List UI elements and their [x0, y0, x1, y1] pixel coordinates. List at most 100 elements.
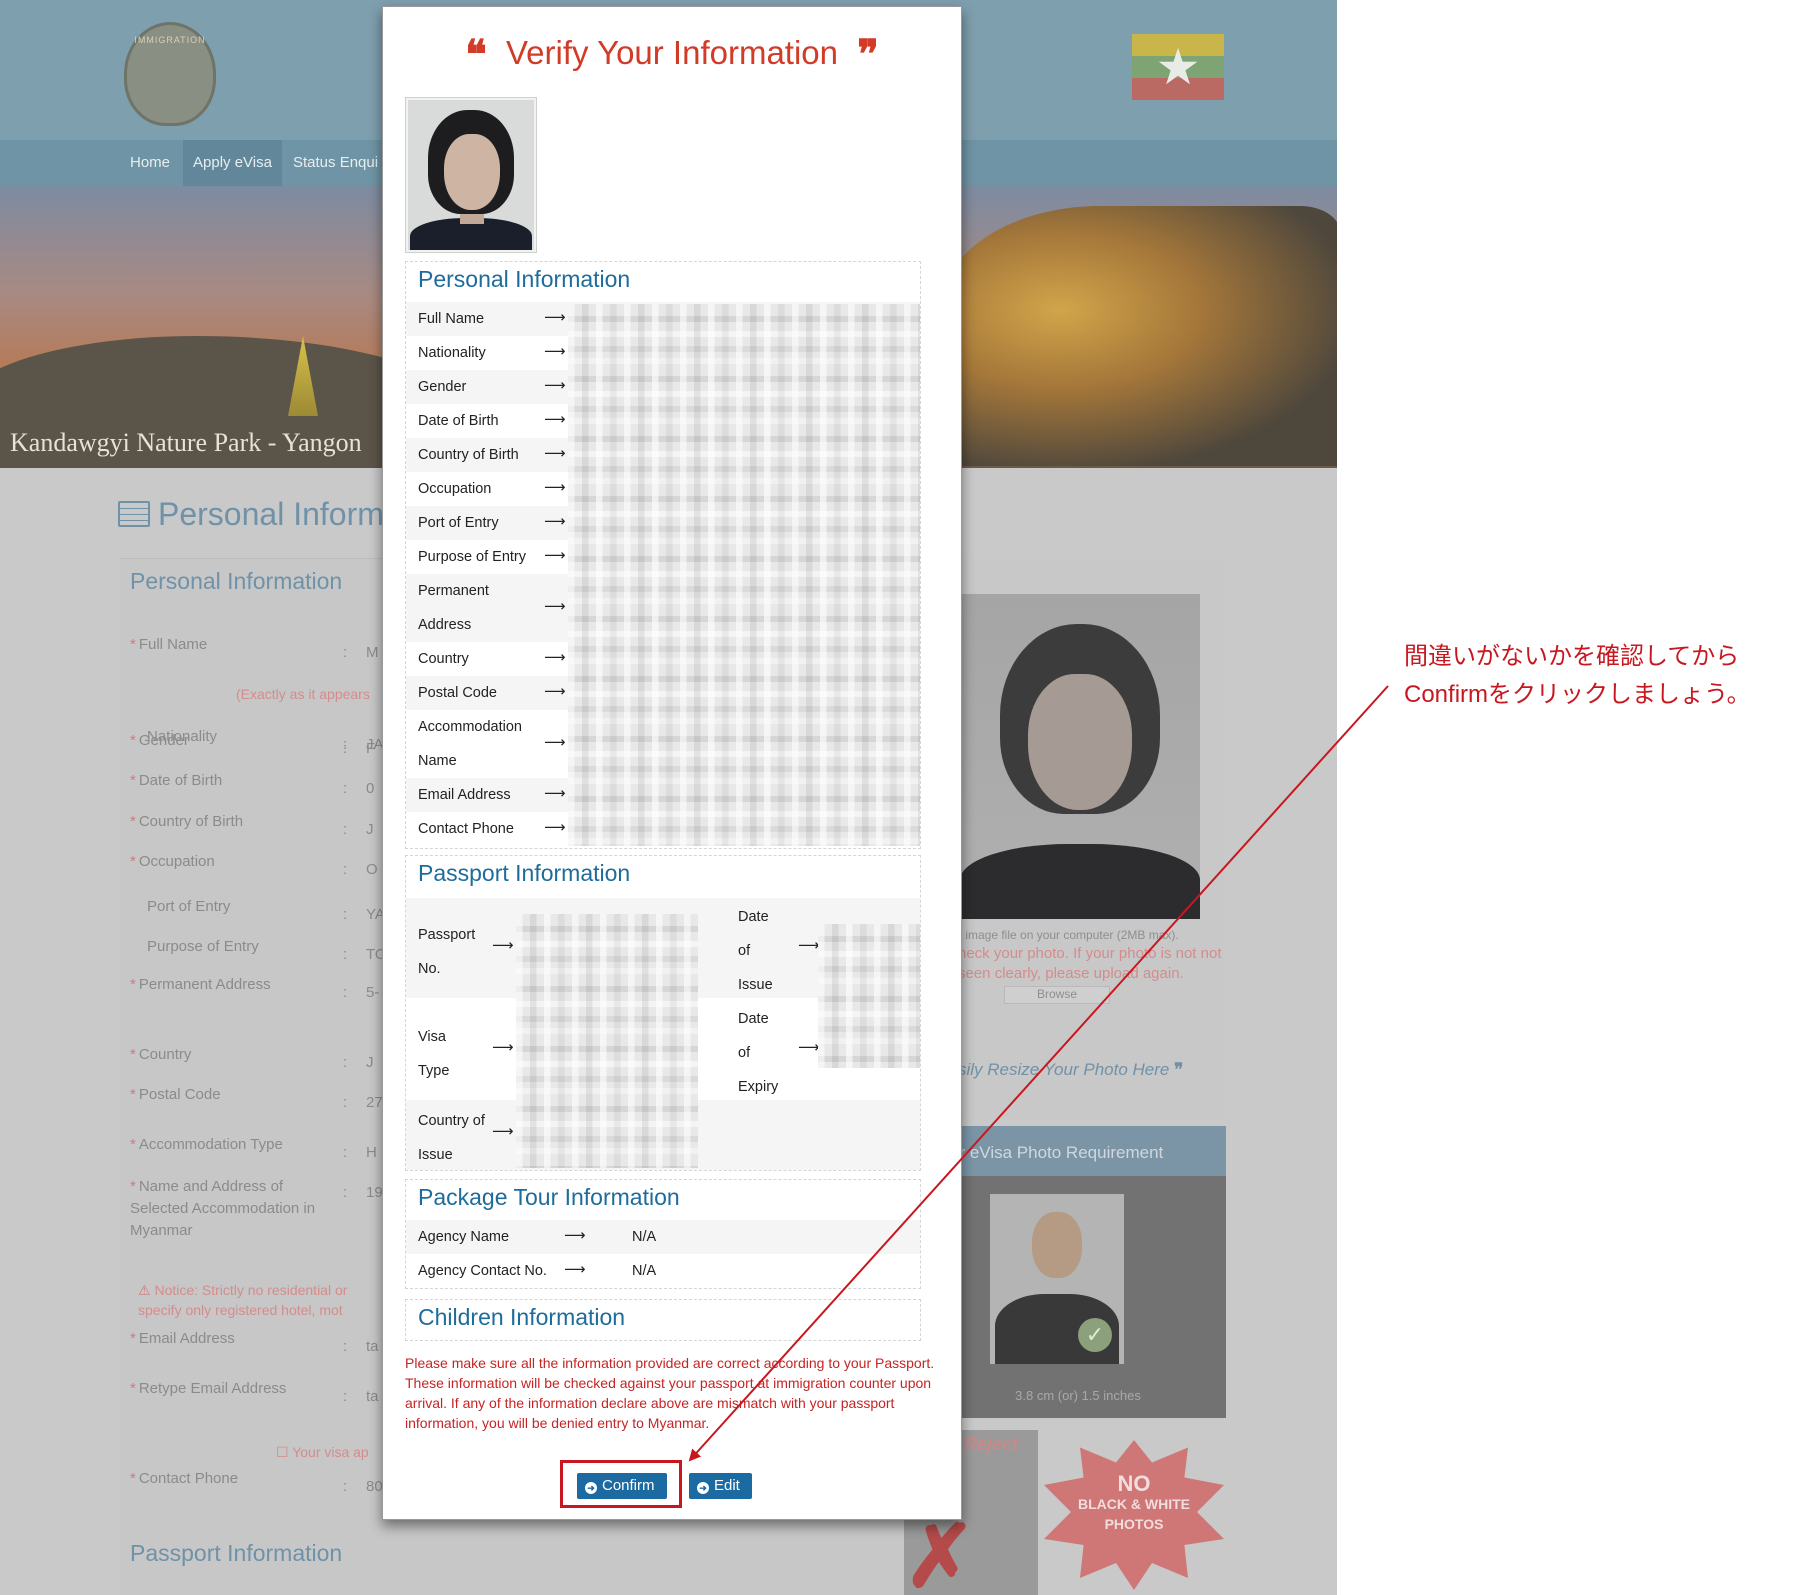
bg-field-value[interactable]: 27	[366, 1094, 383, 1111]
bg-field-colon: :	[343, 1184, 348, 1201]
bg-field-colon: :	[343, 644, 348, 661]
nav-apply-evisa[interactable]: Apply eVisa	[183, 140, 282, 186]
personal-row-label: Port of Entry	[418, 515, 499, 531]
resize-photo-link[interactable]: sily Resize Your Photo Here ❞	[958, 1060, 1183, 1080]
myanmar-flag-icon: ★	[1132, 34, 1224, 100]
bg-field-value[interactable]: H	[366, 1144, 377, 1161]
bg-field-label: * Postal Code	[130, 1086, 221, 1103]
personal-row-label: Permanent Address	[418, 583, 489, 633]
bg-field-value[interactable]: 80	[366, 1478, 383, 1495]
photo-requirement-header: ar eVisa Photo Requirement	[930, 1126, 1226, 1176]
bg-field-colon: :	[343, 1338, 348, 1355]
bg-field-colon: :	[343, 1054, 348, 1071]
personal-row-label: Purpose of Entry	[418, 549, 526, 565]
personal-row-label: Email Address	[418, 787, 511, 803]
bg-field-label: * Contact Phone	[130, 1470, 239, 1487]
bg-field-value[interactable]: J	[366, 1054, 374, 1071]
circle-arrow-icon: ➜	[697, 1482, 709, 1494]
quote-close-icon: ❞	[1174, 1060, 1184, 1079]
form-list-icon	[118, 501, 150, 527]
upload-hint: r image file on your computer (2MB max).	[958, 928, 1179, 942]
arrow-icon: ⟶	[544, 376, 566, 394]
tour-row: Agency Name ⟶ N/A	[406, 1220, 920, 1254]
arrow-icon: ⟶	[544, 784, 566, 802]
arrow-icon: ⟶	[544, 648, 566, 666]
personal-row-label: Occupation	[418, 481, 492, 497]
redacted-personal-values	[568, 304, 920, 846]
confirm-highlight-box	[560, 1460, 682, 1508]
bg-field-colon: :	[343, 780, 348, 797]
passport-info-section: Passport Information Passport No. ⟶ Visa…	[405, 855, 921, 1171]
bg-field-value[interactable]: J	[366, 821, 374, 838]
arrow-icon: ⟶	[564, 1226, 586, 1244]
bg-field-value[interactable]: 0	[366, 780, 374, 797]
tour-row-value: N/A	[632, 1229, 657, 1245]
bg-field-value[interactable]: O	[366, 861, 378, 878]
photo-requirement-panel: ar eVisa Photo Requirement ✓ 3.8 cm (or)…	[930, 1126, 1226, 1418]
checkmark-icon: ✓	[1078, 1318, 1112, 1352]
arrow-icon: ⟶	[544, 597, 566, 615]
tour-row-label: Agency Name	[418, 1229, 510, 1245]
fullname-hint: (Exactly as it appears	[236, 686, 370, 702]
package-tour-section: Package Tour Information Agency Name ⟶ N/A…	[405, 1179, 921, 1289]
bg-field-label: Port of Entry	[147, 898, 231, 915]
arrow-icon: ⟶	[544, 444, 566, 462]
annotation-text: 間違いがないかを確認してから Confirmをクリックしましょう。	[1404, 638, 1800, 714]
passport-section-title-bg: Passport Information	[130, 1540, 343, 1566]
arrow-icon: ⟶	[544, 682, 566, 700]
tour-row-value: N/A	[632, 1263, 657, 1279]
arrow-icon: ⟶	[798, 936, 820, 954]
bg-field-label: * Full Name	[130, 636, 208, 653]
bg-field-label: * Permanent Address	[130, 976, 271, 993]
redacted-passport-dates	[818, 924, 920, 1068]
browse-button[interactable]: Browse	[1004, 986, 1110, 1004]
arrow-icon: ⟶	[544, 512, 566, 530]
bg-field-value[interactable]: 5-	[366, 984, 379, 1001]
passport-info-title: Passport Information	[418, 860, 631, 886]
date-of-expiry-label: Date of Expiry	[738, 1011, 779, 1095]
arrow-icon: ⟶	[544, 308, 566, 326]
applicant-photo	[405, 97, 537, 253]
date-of-issue-label: Date of Issue	[738, 909, 773, 993]
arrow-icon: ⟶	[544, 546, 566, 564]
emblem-text: IMMIGRATION	[134, 35, 206, 45]
arrow-icon: ⟶	[544, 818, 566, 836]
page-title: Personal Informa	[118, 496, 402, 533]
personal-info-section: Personal Information Full Name ⟶ Nationali…	[405, 261, 921, 849]
bg-field-value[interactable]: M	[366, 644, 379, 661]
quote-close-icon: ❞	[857, 31, 879, 78]
personal-row-label: Accommodation Name	[418, 719, 522, 769]
bg-field-colon: :	[343, 984, 348, 1001]
bg-field-label: * Accommodation Type	[130, 1136, 283, 1153]
bg-field-value[interactable]: F	[366, 740, 375, 757]
edit-button[interactable]: ➜ Edit	[689, 1473, 752, 1499]
nav-home[interactable]: Home	[120, 140, 180, 186]
tour-row: Agency Contact No. ⟶ N/A	[406, 1254, 920, 1288]
accommodation-notice: ⚠ Notice: Strictly no residential or spe…	[138, 1282, 348, 1318]
arrow-icon: ⟶	[492, 1038, 514, 1056]
passport-no-label: Passport No.	[418, 927, 476, 977]
arrow-icon: ⟶	[544, 733, 566, 751]
bg-field-colon: :	[343, 1144, 348, 1161]
redacted-passport-values	[516, 914, 698, 1168]
bg-field-label: * Name and Address of Selected Accommodat…	[130, 1178, 316, 1239]
visa-hint: ☐ Your visa ap	[276, 1444, 369, 1460]
arrow-icon: ⟶	[544, 478, 566, 496]
bg-field-label: * Country of Birth	[130, 813, 244, 830]
personal-row-label: Country	[418, 651, 469, 667]
reject-x-icon: ✗	[904, 1509, 977, 1595]
warning-icon: ⚠	[138, 1282, 155, 1298]
arrow-icon: ⟶	[798, 1038, 820, 1056]
nav-status-enquiry[interactable]: Status Enqui	[283, 140, 388, 186]
bg-field-value[interactable]: ta	[366, 1388, 379, 1405]
bg-field-label: * Gender	[130, 732, 189, 749]
arrow-icon: ⟶	[492, 1122, 514, 1140]
arrow-icon: ⟶	[544, 342, 566, 360]
bg-field-label: * Occupation	[130, 853, 215, 870]
immigration-emblem-logo: IMMIGRATION	[124, 22, 216, 126]
bg-field-value[interactable]: ta	[366, 1338, 379, 1355]
bg-field-colon: :	[343, 821, 348, 838]
personal-info-title: Personal Information	[418, 266, 631, 292]
personal-row-label: Nationality	[418, 345, 486, 361]
form-section-title: Personal Information	[130, 568, 343, 594]
